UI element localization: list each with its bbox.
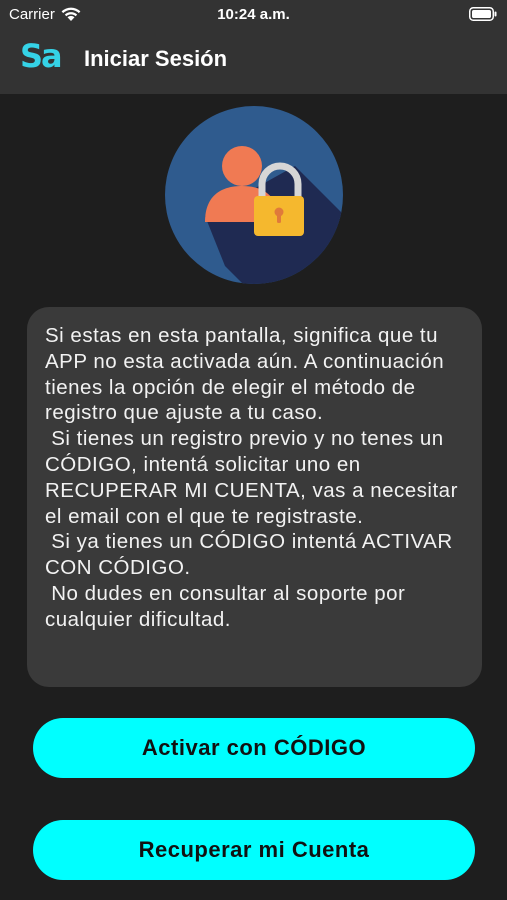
nav-bar: Sa Iniciar Sesión — [0, 28, 507, 94]
status-bar: Carrier 10:24 a.m. — [0, 0, 507, 28]
battery-icon — [469, 7, 497, 21]
page-title: Iniciar Sesión — [84, 46, 228, 71]
recover-account-button[interactable]: Recuperar mi Cuenta — [33, 820, 475, 880]
logo-text: Sa — [20, 37, 63, 75]
info-text: Si estas en esta pantalla, significa que… — [45, 324, 458, 631]
status-time: 10:24 a.m. — [217, 6, 290, 23]
user-lock-icon — [165, 106, 343, 284]
app-logo: Sa — [20, 37, 66, 75]
activate-with-code-button[interactable]: Activar con CÓDIGO — [33, 718, 475, 778]
info-card[interactable]: Si estas en esta pantalla, significa que… — [27, 307, 482, 687]
